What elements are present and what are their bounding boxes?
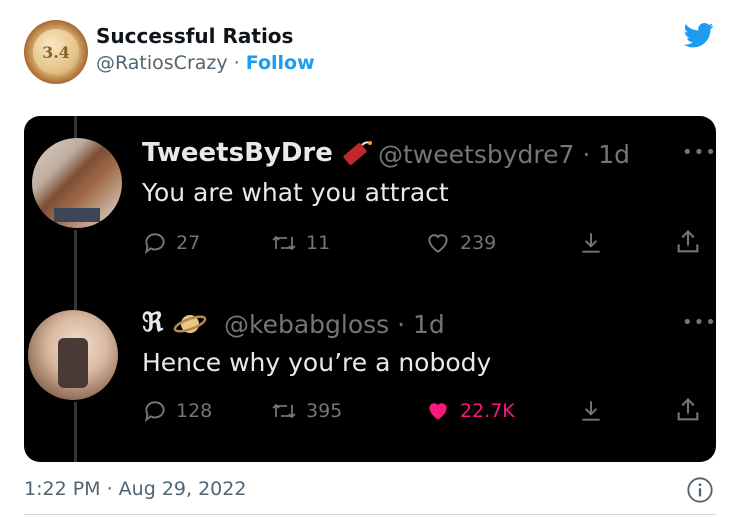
reply-author-name[interactable]: TweetsByDre xyxy=(142,138,374,169)
reply-handle-time[interactable]: @kebabgloss · 1d xyxy=(224,310,445,339)
reply-handle-time[interactable]: @tweetsbydre7 · 1d xyxy=(378,140,630,169)
retweet-icon xyxy=(272,235,296,251)
more-options-icon[interactable]: ••• xyxy=(682,312,716,333)
retweet-icon xyxy=(272,403,296,419)
divider xyxy=(24,514,716,515)
firecracker-icon xyxy=(343,140,372,165)
follow-button[interactable]: Follow xyxy=(246,52,315,74)
thread-line xyxy=(74,116,77,138)
reply-action[interactable]: 128 xyxy=(142,398,212,424)
download-icon[interactable] xyxy=(578,230,604,256)
tweet-timestamp[interactable]: 1:22 PM · Aug 29, 2022 xyxy=(24,478,246,500)
download-icon[interactable] xyxy=(578,398,604,424)
reply-avatar[interactable] xyxy=(32,138,122,228)
reply-action[interactable]: 27 xyxy=(142,230,200,256)
like-action[interactable]: 239 xyxy=(424,230,496,256)
author-avatar[interactable]: 3.4 xyxy=(24,20,88,84)
info-icon[interactable] xyxy=(686,476,714,504)
thread-line xyxy=(74,230,77,310)
share-icon[interactable] xyxy=(674,396,702,424)
reply-text: Hence why you’re a nobody xyxy=(142,348,492,377)
separator: · xyxy=(233,52,240,74)
retweet-action[interactable]: 11 xyxy=(270,230,330,256)
thread-line xyxy=(74,402,77,462)
ringed-planet-icon xyxy=(173,315,207,333)
more-options-icon[interactable]: ••• xyxy=(682,142,716,163)
heart-icon xyxy=(428,234,448,253)
share-icon[interactable] xyxy=(674,228,702,256)
retweet-action[interactable]: 395 xyxy=(270,398,342,424)
author-handle-row: @RatiosCrazy · Follow xyxy=(96,52,315,74)
reply-text: You are what you attract xyxy=(142,178,449,207)
author-avatar-text: 3.4 xyxy=(33,29,79,75)
reply-icon xyxy=(144,401,165,422)
reply-icon xyxy=(144,233,165,254)
reply-screenshot: TweetsByDre @tweetsbydre7 · 1d ••• You a… xyxy=(24,116,716,462)
heart-filled-icon xyxy=(429,403,447,420)
author-handle[interactable]: @RatiosCrazy xyxy=(96,52,228,74)
reply-avatar[interactable] xyxy=(28,310,118,400)
author-name[interactable]: Successful Ratios xyxy=(96,24,293,48)
reply-author-name[interactable]: ℜ xyxy=(142,308,208,339)
twitter-bird-icon[interactable] xyxy=(682,20,716,50)
like-action[interactable]: 22.7K xyxy=(424,398,515,424)
tweet-embed: 3.4 Successful Ratios @RatiosCrazy · Fol… xyxy=(0,0,740,518)
